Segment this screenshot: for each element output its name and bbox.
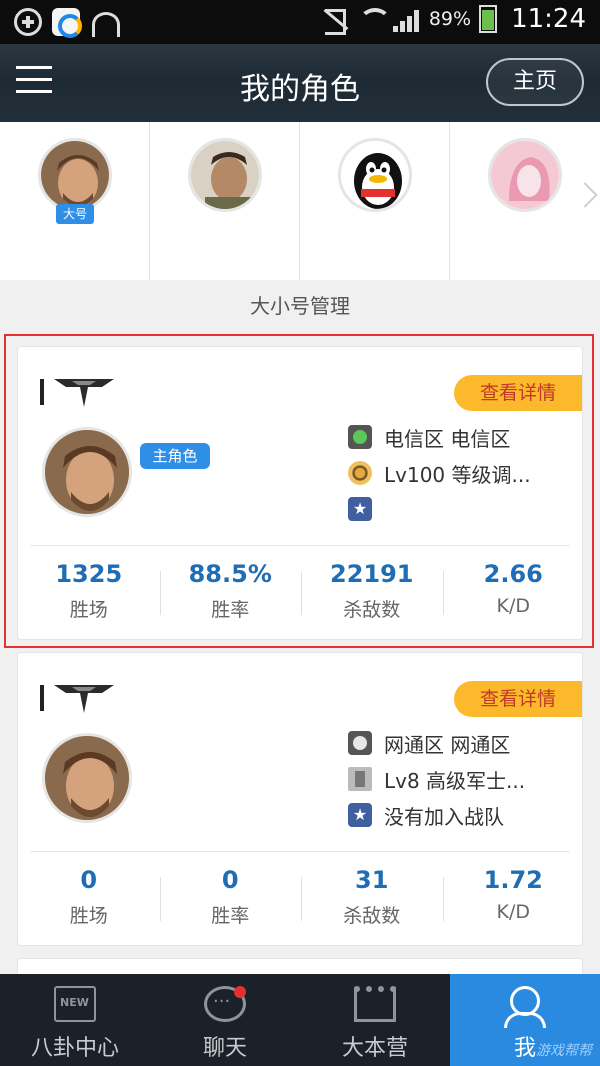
level-row: Lv100 等级调... (348, 455, 578, 491)
team-star-icon (348, 497, 372, 521)
battery-percent: 89% (428, 8, 472, 30)
wifi-icon (357, 6, 391, 32)
wifi-hotspot-icon (90, 8, 120, 37)
stat-wins: 0 胜场 (18, 863, 160, 928)
user-body-icon (504, 1012, 546, 1028)
stat-value: 0 (221, 866, 239, 894)
chevron-right-icon[interactable] (576, 182, 590, 208)
team-row (348, 491, 578, 527)
signal-icon (392, 6, 421, 32)
stat-label: 胜场 (69, 905, 108, 927)
stat-kd: 2.66 K/D (442, 557, 585, 622)
account-item[interactable] (450, 122, 600, 280)
role-avatar (42, 427, 132, 517)
view-details-button[interactable]: 查看详情 (454, 375, 582, 411)
nav-base-camp[interactable]: 大本营 (300, 974, 450, 1066)
castle-icon (354, 986, 396, 1022)
stat-label: 杀敌数 (343, 599, 401, 621)
mute-icon (321, 6, 349, 35)
team-star-icon (348, 803, 372, 827)
main-role-tag: 主角色 (140, 443, 210, 469)
pink-avatar (488, 138, 562, 212)
view-details-button[interactable]: 查看详情 (454, 681, 582, 717)
rank-medal-icon (348, 461, 372, 485)
nav-label: 大本营 (341, 1036, 408, 1061)
role-avatar (42, 733, 132, 823)
role-info: 网通区 网通区 Lv8 高级军士... 没有加入战队 (348, 725, 578, 833)
nav-me[interactable]: 我 游戏帮帮 (450, 974, 600, 1066)
account-management-link[interactable]: 大小号管理 (0, 290, 600, 319)
nav-label: 聊天 (202, 1036, 247, 1061)
game-logo (54, 379, 114, 407)
server-name: 网通区 网通区 (384, 732, 511, 757)
section-marker (40, 685, 44, 711)
stat-kd: 1.72 K/D (442, 863, 585, 928)
level-text: Lv8 高级军士... (384, 768, 526, 793)
stat-label: 胜率 (211, 905, 250, 927)
server-name: 电信区 电信区 (384, 426, 511, 451)
game-logo (54, 685, 114, 713)
server-status-icon (348, 731, 372, 755)
account-strip: 大号 (0, 122, 600, 280)
stat-value: 88.5% (188, 560, 272, 588)
nav-label: 八卦中心 (30, 1036, 119, 1061)
battery-icon (479, 5, 498, 33)
stat-kills: 31 杀敌数 (301, 863, 443, 928)
add-circle-icon (14, 8, 42, 36)
role-stats: 1325 胜场 88.5% 胜率 22191 杀敌数 2.66 K/D (18, 557, 584, 622)
rank-badge-icon (348, 767, 372, 791)
stat-label: K/D (496, 595, 531, 617)
server-status-icon (348, 425, 372, 449)
stat-value: 0 (80, 866, 98, 894)
server-row: 电信区 电信区 (348, 419, 578, 455)
warrior-avatar (38, 138, 112, 212)
stat-value: 22191 (330, 560, 414, 588)
nav-chat[interactable]: 聊天 (150, 974, 300, 1066)
qq-penguin-avatar (338, 138, 412, 212)
role-card: 查看详情 网通区 网通区 Lv8 高级军士... 没有加入战队 0 胜场 0 (17, 652, 583, 946)
account-item[interactable]: 大号 (0, 122, 150, 280)
clock: 11:24 (511, 4, 586, 34)
role-stats: 0 胜场 0 胜率 31 杀敌数 1.72 K/D (18, 863, 584, 928)
nav-gossip-center[interactable]: 八卦中心 (0, 974, 150, 1066)
divider (30, 545, 570, 546)
role-info: 电信区 电信区 Lv100 等级调... (348, 419, 578, 527)
stat-value: 31 (355, 866, 389, 894)
team-name: 没有加入战队 (384, 804, 504, 829)
stat-win-rate: 88.5% 胜率 (159, 557, 302, 622)
stat-label: 胜率 (211, 599, 250, 621)
bottom-nav: 八卦中心 聊天 大本营 我 游戏帮帮 (0, 974, 600, 1066)
home-button[interactable]: 主页 (486, 58, 584, 106)
divider (30, 851, 570, 852)
level-row: Lv8 高级军士... (348, 761, 578, 797)
stat-label: 胜场 (69, 599, 108, 621)
watermark: 游戏帮帮 (536, 1043, 592, 1059)
app-header: 我的角色 主页 (0, 44, 600, 122)
news-icon (54, 986, 96, 1022)
stat-label: 杀敌数 (343, 905, 401, 927)
role-name-placeholder (136, 767, 202, 805)
section-marker (40, 379, 44, 405)
status-bar: 89% 11:24 (0, 0, 600, 44)
soldier-avatar (188, 138, 262, 212)
stat-kills: 22191 杀敌数 (301, 557, 443, 622)
account-item[interactable] (300, 122, 450, 280)
stat-label: K/D (496, 901, 531, 923)
server-row: 网通区 网通区 (348, 725, 578, 761)
stat-value: 1.72 (483, 866, 543, 894)
role-card: 查看详情 主角色 电信区 电信区 Lv100 等级调... 1325 胜场 (17, 346, 583, 640)
team-row: 没有加入战队 (348, 797, 578, 833)
game-app-icon (52, 8, 82, 38)
stat-value: 1325 (55, 560, 123, 588)
level-text: Lv100 等级调... (384, 462, 531, 487)
stat-win-rate: 0 胜率 (159, 863, 302, 928)
stat-value: 2.66 (483, 560, 543, 588)
account-item[interactable] (150, 122, 300, 280)
notification-dot (234, 986, 246, 998)
stat-wins: 1325 胜场 (18, 557, 160, 622)
main-account-badge: 大号 (56, 204, 94, 224)
